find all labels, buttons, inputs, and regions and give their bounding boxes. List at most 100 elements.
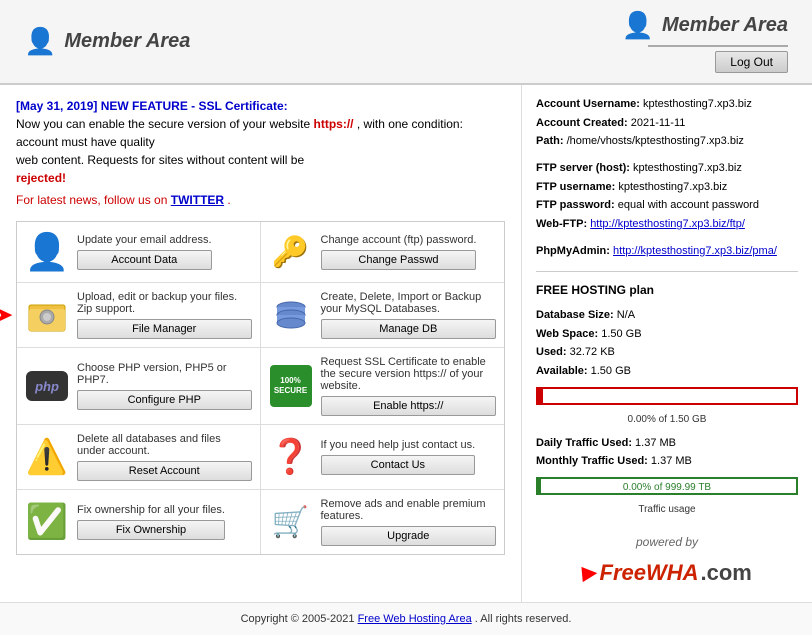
person-icon: 👤 xyxy=(25,230,69,274)
grid-item-account: 👤 Update your email address. Account Dat… xyxy=(17,222,261,283)
announcement-line4: rejected! xyxy=(16,169,505,187)
php-item-inner: Choose PHP version, PHP5 or PHP7. Config… xyxy=(77,362,252,410)
monthly-traffic-val: 1.37 MB xyxy=(651,455,692,467)
fix-ownership-button[interactable]: Fix Ownership xyxy=(77,520,225,540)
grid-item-contact: ❓ If you need help just contact us. Cont… xyxy=(261,425,505,490)
account-data-button[interactable]: Account Data xyxy=(77,250,212,270)
passwd-item-text: Change account (ftp) password. xyxy=(321,234,477,246)
header-separator xyxy=(648,45,788,47)
db-icon xyxy=(269,293,313,337)
grid-item-passwd: 🔑 Change account (ftp) password. Change … xyxy=(261,222,505,283)
news-line: For latest news, follow us on TWITTER . xyxy=(16,191,505,209)
ftp-server-val: kptesthosting7.xp3.biz xyxy=(633,162,742,174)
path-label: Path: xyxy=(536,135,564,147)
logout-button[interactable]: Log Out xyxy=(715,51,788,73)
footer-link[interactable]: Free Web Hosting Area xyxy=(358,613,472,625)
ftp-info: FTP server (host): kptesthosting7.xp3.bi… xyxy=(536,159,798,234)
header-right-content: 👤 Member Area Log Out xyxy=(622,10,788,73)
ssl-item-text: Request SSL Certificate to enable the se… xyxy=(321,356,497,392)
available-row: Available: 1.50 GB xyxy=(536,362,798,381)
monthly-traffic-row: Monthly Traffic Used: 1.37 MB xyxy=(536,452,798,471)
contact-item-text: If you need help just contact us. xyxy=(321,439,476,451)
fixownership-item-text: Fix ownership for all your files. xyxy=(77,504,225,516)
ftp-password-val: equal with account password xyxy=(618,199,759,211)
traffic-usage-label: Traffic usage xyxy=(536,501,798,518)
right-panel: Account Username: kptesthosting7.xp3.biz… xyxy=(522,85,812,602)
created-val: 2021-11-11 xyxy=(631,117,686,129)
reset-account-button[interactable]: Reset Account xyxy=(77,461,252,481)
upgrade-item-text: Remove ads and enable premium features. xyxy=(321,498,497,522)
disk-progress-label: 0.00% of 1.50 GB xyxy=(536,411,798,428)
reset-item-text: Delete all databases and files under acc… xyxy=(77,433,252,457)
upgrade-item-inner: Remove ads and enable premium features. … xyxy=(321,498,497,546)
hosting-plan-section: FREE HOSTING plan Database Size: N/A Web… xyxy=(536,271,798,519)
fixownership-item-inner: Fix ownership for all your files. Fix Ow… xyxy=(77,504,225,540)
announcement: [May 31, 2019] NEW FEATURE - SSL Certifi… xyxy=(16,97,505,209)
twitter-link[interactable]: TWITTER xyxy=(171,193,224,207)
left-panel: [May 31, 2019] NEW FEATURE - SSL Certifi… xyxy=(0,85,522,602)
grid-item-fixownership: ✅ Fix ownership for all your files. Fix … xyxy=(17,490,261,554)
header-left: 👤 Member Area xyxy=(24,26,190,57)
created-row: Account Created: 2021-11-11 xyxy=(536,114,798,133)
db-label: Database Size: xyxy=(536,309,614,321)
available-label: Available: xyxy=(536,365,588,377)
account-info: Account Username: kptesthosting7.xp3.biz… xyxy=(536,95,798,151)
ssl-icon: 100% SECURE xyxy=(269,364,313,408)
grid-item-reset: ⚠️ Delete all databases and files under … xyxy=(17,425,261,490)
webftp-row: Web-FTP: http://kptesthosting7.xp3.biz/f… xyxy=(536,215,798,234)
footer: Copyright © 2005-2021 Free Web Hosting A… xyxy=(0,602,812,635)
username-row: Account Username: kptesthosting7.xp3.biz xyxy=(536,95,798,114)
file-manager-button[interactable]: File Manager xyxy=(77,319,252,339)
ssl-item-inner: Request SSL Certificate to enable the se… xyxy=(321,356,497,416)
path-val: /home/vhosts/kptesthosting7.xp3.biz xyxy=(567,135,744,147)
cart-icon: 🛒 xyxy=(269,500,313,544)
webspace-val: 1.50 GB xyxy=(601,328,641,340)
body-wrapper: [May 31, 2019] NEW FEATURE - SSL Certifi… xyxy=(0,85,812,602)
announcement-line1: [May 31, 2019] NEW FEATURE - SSL Certifi… xyxy=(16,97,505,115)
db-val: N/A xyxy=(617,309,635,321)
account-item-inner: Update your email address. Account Data xyxy=(77,234,212,270)
grid-item-php: php Choose PHP version, PHP5 or PHP7. Co… xyxy=(17,348,261,425)
upgrade-button[interactable]: Upgrade xyxy=(321,526,497,546)
rejected-text: rejected! xyxy=(16,171,66,185)
ftp-password-row: FTP password: equal with account passwor… xyxy=(536,196,798,215)
news-suffix: . xyxy=(227,193,230,207)
contact-item-inner: If you need help just contact us. Contac… xyxy=(321,439,476,475)
phpmyadmin-row: PhpMyAdmin: http://kptesthosting7.xp3.bi… xyxy=(536,242,798,261)
webftp-link[interactable]: http://kptesthosting7.xp3.biz/ftp/ xyxy=(590,218,745,230)
member-icon-right: 👤 xyxy=(622,10,654,41)
ftp-server-label: FTP server (host): xyxy=(536,162,630,174)
brand-name: FreeWHA xyxy=(600,554,699,591)
key-icon: 🔑 xyxy=(269,230,313,274)
webspace-row: Web Space: 1.50 GB xyxy=(536,325,798,344)
header-right: 👤 Member Area Log Out xyxy=(622,10,788,73)
grid-item-ssl: 100% SECURE Request SSL Certificate to e… xyxy=(261,348,505,425)
account-item-text: Update your email address. xyxy=(77,234,212,246)
username-val: kptesthosting7.xp3.biz xyxy=(643,98,752,110)
php-item-text: Choose PHP version, PHP5 or PHP7. xyxy=(77,362,252,386)
ftp-username-label: FTP username: xyxy=(536,181,615,193)
https-text: https:// xyxy=(314,117,354,131)
filemanager-item-inner: Upload, edit or backup your files. Zip s… xyxy=(77,291,252,339)
manage-db-button[interactable]: Manage DB xyxy=(321,319,497,339)
configure-php-button[interactable]: Configure PHP xyxy=(77,390,252,410)
header-left-title: Member Area xyxy=(64,30,190,53)
enable-https-button[interactable]: Enable https:// xyxy=(321,396,497,416)
contact-us-button[interactable]: Contact Us xyxy=(321,455,476,475)
member-icon-left: 👤 xyxy=(24,26,56,57)
phpmyadmin-link[interactable]: http://kptesthosting7.xp3.biz/pma/ xyxy=(613,245,777,257)
header-right-title-row: 👤 Member Area xyxy=(622,10,788,41)
db-row: Database Size: N/A xyxy=(536,306,798,325)
footer-copyright: Copyright © 2005-2021 xyxy=(241,613,355,625)
ftp-username-row: FTP username: kptesthosting7.xp3.biz xyxy=(536,178,798,197)
used-label: Used: xyxy=(536,346,567,358)
created-label: Account Created: xyxy=(536,117,628,129)
change-passwd-button[interactable]: Change Passwd xyxy=(321,250,477,270)
powered-text: powered by xyxy=(536,532,798,552)
available-val: 1.50 GB xyxy=(591,365,631,377)
now-you: Now you can enable the secure version of… xyxy=(16,117,310,131)
brand-logo: ▶ FreeWHA .com xyxy=(536,554,798,591)
php-icon: php xyxy=(25,364,69,408)
used-row: Used: 32.72 KB xyxy=(536,343,798,362)
grid-item-upgrade: 🛒 Remove ads and enable premium features… xyxy=(261,490,505,554)
